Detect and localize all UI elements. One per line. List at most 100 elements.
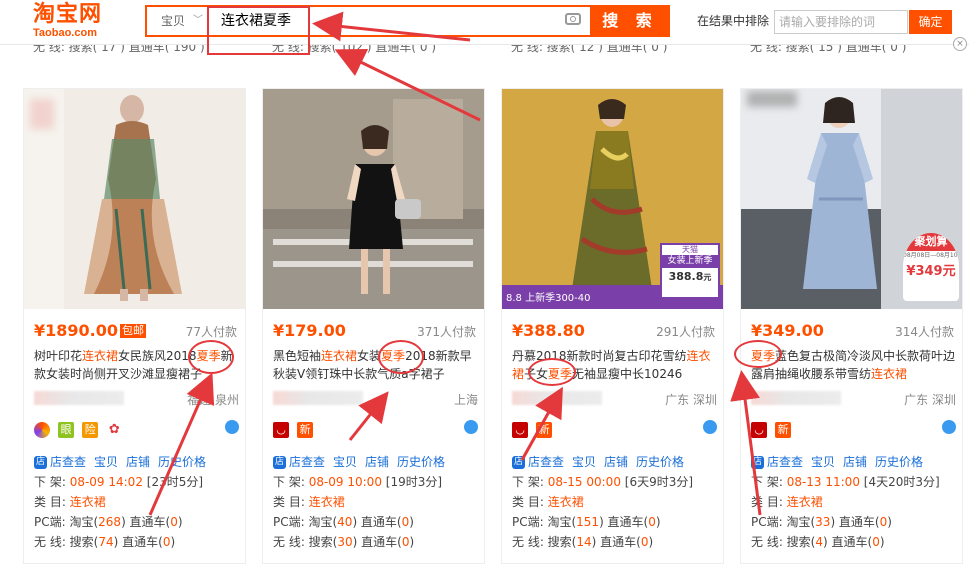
tool-links: 店店查查 宝贝 店铺 历史价格 bbox=[34, 453, 214, 470]
price: ¥349.00 bbox=[751, 321, 824, 340]
search-type-select[interactable]: 宝贝 ﹀ bbox=[147, 7, 207, 35]
annotation-circle bbox=[378, 340, 424, 374]
category-info: 类 目: 连衣裙 bbox=[512, 495, 584, 509]
tmall-icon: ◡ bbox=[512, 421, 528, 438]
shop-row: 福建 泉州 bbox=[34, 391, 239, 407]
promo-badge: 天猫 女装上新季 388.8元 bbox=[660, 243, 720, 299]
tool-links: 店店查查 宝贝 店铺 历史价格 bbox=[273, 453, 453, 470]
sales-count: 371人付款 bbox=[417, 325, 476, 339]
service-icons: 眼 险 ✿ bbox=[34, 419, 239, 438]
history-price-link[interactable]: 历史价格 bbox=[158, 455, 206, 469]
annotation-circle bbox=[188, 340, 234, 374]
price: ¥388.80 bbox=[512, 321, 585, 340]
shop-row: 上海 bbox=[273, 391, 478, 407]
shop-name-blurred[interactable] bbox=[34, 391, 124, 405]
product-card[interactable]: 聚划算 08月08日—08月10日 ¥349元 ¥349.00 314人付款 夏… bbox=[740, 88, 963, 564]
store-check-link[interactable]: 店查查 bbox=[289, 455, 325, 469]
dian-icon: 店 bbox=[512, 456, 525, 469]
xin-icon: 新 bbox=[297, 421, 314, 438]
shop-name-blurred[interactable] bbox=[512, 391, 602, 405]
dianpu-link[interactable]: 店铺 bbox=[126, 455, 150, 469]
store-check-link[interactable]: 店查查 bbox=[528, 455, 564, 469]
shop-row: 广东 深圳 bbox=[751, 391, 956, 407]
category-info: 类 目: 连衣裙 bbox=[273, 495, 345, 509]
sales-count: 314人付款 bbox=[895, 325, 954, 339]
annotation-box bbox=[207, 6, 310, 55]
baobei-link[interactable]: 宝贝 bbox=[811, 455, 835, 469]
store-check-link[interactable]: 店查查 bbox=[767, 455, 803, 469]
dian-icon: 店 bbox=[273, 456, 286, 469]
product-image[interactable]: 天猫 女装上新季 388.8元 8.8 上新季300-40 bbox=[502, 89, 723, 309]
xin-icon: 新 bbox=[536, 421, 553, 438]
shelf-info: 下 架: 08-13 11:00 [4天20时3分] bbox=[751, 475, 940, 489]
service-icons: ◡ 新 bbox=[512, 419, 717, 438]
search-button[interactable]: 搜 索 bbox=[590, 5, 670, 37]
sales-count: 291人付款 bbox=[656, 325, 715, 339]
pc-info: PC端: 淘宝(151) 直通车(0) bbox=[512, 515, 661, 529]
location: 广东 深圳 bbox=[904, 393, 956, 407]
dianpu-link[interactable]: 店铺 bbox=[365, 455, 389, 469]
annotation-circle bbox=[528, 358, 576, 386]
pc-info: PC端: 淘宝(268) 直通车(0) bbox=[34, 515, 183, 529]
taobao-logo[interactable]: 淘宝网 Taobao.com bbox=[33, 2, 103, 40]
dianpu-link[interactable]: 店铺 bbox=[843, 455, 867, 469]
wangwang-icon[interactable] bbox=[942, 420, 956, 434]
location: 福建 泉州 bbox=[187, 393, 239, 407]
tmall-icon: ◡ bbox=[273, 421, 289, 438]
tmall-orange-icon bbox=[34, 421, 50, 438]
category-info: 类 目: 连衣裙 bbox=[751, 495, 823, 509]
logo-cn: 淘宝网 bbox=[33, 2, 103, 27]
search-type-label: 宝贝 bbox=[161, 14, 186, 28]
product-image[interactable]: 聚划算 08月08日—08月10日 ¥349元 bbox=[741, 89, 962, 309]
mobile-info: 无 线: 搜索(30) 直通车(0) bbox=[273, 535, 415, 549]
location: 广东 深圳 bbox=[665, 393, 717, 407]
header-bar: 淘宝网 Taobao.com 宝贝 ﹀ 连衣裙夏季 搜 索 在结果中排除 请输入… bbox=[0, 0, 969, 45]
history-price-link[interactable]: 历史价格 bbox=[397, 455, 445, 469]
shelf-info: 下 架: 08-09 10:00 [19时3分] bbox=[273, 475, 443, 489]
mobile-info: 无 线: 搜索(14) 直通车(0) bbox=[512, 535, 654, 549]
baobei-link[interactable]: 宝贝 bbox=[333, 455, 357, 469]
shelf-info: 下 架: 08-15 00:00 [6天9时3分] bbox=[512, 475, 694, 489]
promo-banner: 8.8 上新季300-40 bbox=[506, 293, 591, 304]
shop-row: 广东 深圳 bbox=[512, 391, 717, 407]
exclude-label: 在结果中排除 bbox=[697, 14, 770, 28]
shop-name-blurred[interactable] bbox=[273, 391, 363, 405]
service-icons: ◡ 新 bbox=[751, 419, 956, 438]
baobei-link[interactable]: 宝贝 bbox=[94, 455, 118, 469]
confirm-button[interactable]: 确定 bbox=[909, 10, 952, 34]
sales-count: 77人付款 bbox=[185, 325, 237, 339]
shop-name-blurred[interactable] bbox=[751, 391, 841, 405]
yan-icon: 眼 bbox=[58, 421, 75, 438]
service-icons: ◡ 新 bbox=[273, 419, 478, 438]
flower-icon: ✿ bbox=[106, 421, 123, 438]
juhuasuan-badge: 聚划算 08月08日—08月10日 ¥349元 bbox=[903, 233, 959, 301]
tool-links: 店店查查 宝贝 店铺 历史价格 bbox=[512, 453, 692, 470]
history-price-link[interactable]: 历史价格 bbox=[875, 455, 923, 469]
product-image[interactable] bbox=[24, 89, 245, 309]
shelf-info: 下 架: 08-09 14:02 [23时5分] bbox=[34, 475, 204, 489]
camera-icon[interactable] bbox=[565, 13, 581, 25]
blurred-watermark bbox=[747, 91, 797, 107]
chevron-down-icon: ﹀ bbox=[193, 15, 203, 26]
pc-info: PC端: 淘宝(40) 直通车(0) bbox=[273, 515, 414, 529]
close-icon[interactable]: × bbox=[953, 37, 967, 51]
dian-icon: 店 bbox=[751, 456, 764, 469]
store-check-link[interactable]: 店查查 bbox=[50, 455, 86, 469]
exclude-input[interactable]: 请输入要排除的词 bbox=[774, 10, 908, 34]
product-title[interactable]: 黑色短袖连衣裙女装夏季2018新款早秋装V领钉珠中长款气质a字裙子 bbox=[273, 347, 479, 383]
product-image[interactable] bbox=[263, 89, 484, 309]
category-info: 类 目: 连衣裙 bbox=[34, 495, 106, 509]
tmall-icon: ◡ bbox=[751, 421, 767, 438]
wangwang-icon[interactable] bbox=[464, 420, 478, 434]
product-card[interactable]: ¥179.00 371人付款 黑色短袖连衣裙女装夏季2018新款早秋装V领钉珠中… bbox=[262, 88, 485, 564]
product-card[interactable]: 天猫 女装上新季 388.8元 8.8 上新季300-40 ¥388.80 29… bbox=[501, 88, 724, 564]
wangwang-icon[interactable] bbox=[225, 420, 239, 434]
baoyou-badge: 包邮 bbox=[120, 324, 147, 338]
price: ¥179.00 bbox=[273, 321, 346, 340]
product-card[interactable]: ¥1890.00 包邮 77人付款 树叶印花连衣裙女民族风2018夏季新款女装时尚… bbox=[23, 88, 246, 564]
history-price-link[interactable]: 历史价格 bbox=[636, 455, 684, 469]
dianpu-link[interactable]: 店铺 bbox=[604, 455, 628, 469]
price: ¥1890.00 包邮 bbox=[34, 321, 147, 340]
wangwang-icon[interactable] bbox=[703, 420, 717, 434]
baobei-link[interactable]: 宝贝 bbox=[572, 455, 596, 469]
